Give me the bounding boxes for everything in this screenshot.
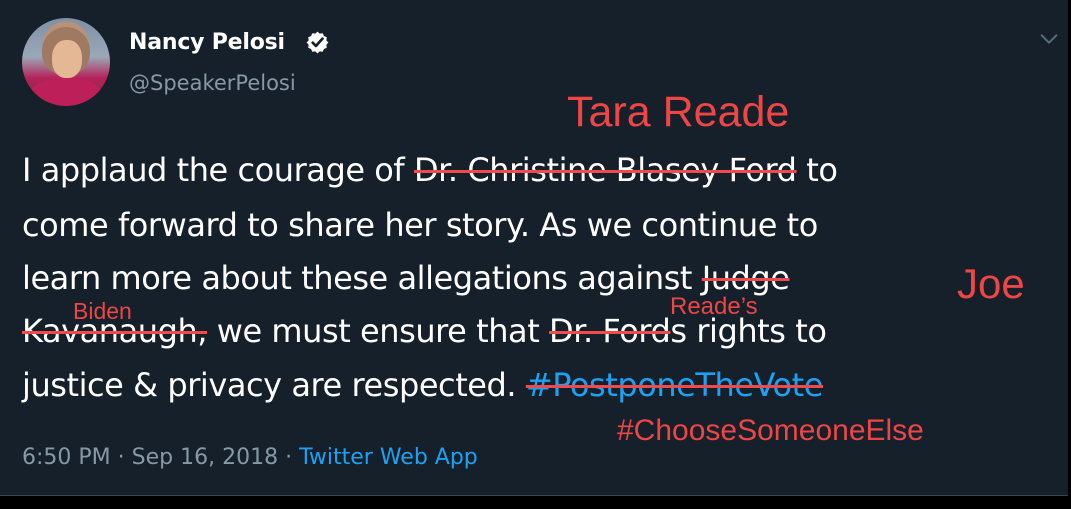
verified-badge-icon: [306, 31, 329, 54]
tweet-text-line-3: learn more about these allegations again…: [22, 259, 790, 297]
tweet-text-segment: learn more about these allegations again…: [22, 259, 702, 297]
tweet-time[interactable]: 6:50 PM: [22, 445, 111, 470]
dot-separator: ·: [117, 445, 132, 470]
avatar-shoulders: [29, 78, 103, 106]
tweet-text-line-2: come forward to share her story. As we c…: [22, 206, 818, 244]
annotation-choose-someone-else: #ChooseSomeoneElse: [617, 414, 924, 447]
tweet-card: Nancy Pelosi @SpeakerPelosi Tara Reade I…: [0, 0, 1068, 496]
tweet-text-segment: s rights to: [670, 312, 827, 350]
tweet-text-line-5: justice & privacy are respected. #Postpo…: [22, 366, 823, 404]
hashtag-postpone-the-vote[interactable]: #PostponeTheVote: [526, 366, 824, 404]
tweet-text-segment: to: [796, 151, 838, 189]
tweet-text-segment: justice & privacy are respected.: [22, 366, 526, 404]
struck-text-dr-ford: Dr. Ford: [549, 312, 671, 350]
annotation-joe: Joe: [957, 260, 1025, 307]
tweet-text-segment: I applaud the courage of: [22, 151, 414, 189]
tweet-date[interactable]: Sep 16, 2018: [132, 445, 278, 470]
dot-separator: ·: [285, 445, 300, 470]
avatar-face: [52, 40, 82, 78]
account-name[interactable]: Nancy Pelosi: [129, 30, 285, 55]
chevron-down-icon[interactable]: [1038, 30, 1060, 48]
struck-text-kavanaugh: Kavanaugh,: [22, 312, 208, 350]
tweet-text-segment: we must ensure that: [207, 312, 550, 350]
tweet-metadata: 6:50 PM · Sep 16, 2018 · Twitter Web App: [22, 445, 478, 470]
struck-text-judge: Judge: [701, 259, 790, 297]
account-handle[interactable]: @SpeakerPelosi: [129, 71, 296, 95]
tweet-text-segment: come forward to share her story. As we c…: [22, 206, 818, 244]
struck-text-christine-blasey-ford: Dr. Christine Blasey Ford: [413, 151, 797, 189]
tweet-text-line-1: I applaud the courage of Dr. Christine B…: [22, 151, 838, 189]
tweet-text-line-4: Kavanaugh, we must ensure that Dr. Fords…: [22, 312, 827, 350]
avatar[interactable]: [22, 18, 110, 106]
tweet-source-link[interactable]: Twitter Web App: [299, 445, 478, 470]
annotation-tara-reade: Tara Reade: [567, 88, 790, 136]
